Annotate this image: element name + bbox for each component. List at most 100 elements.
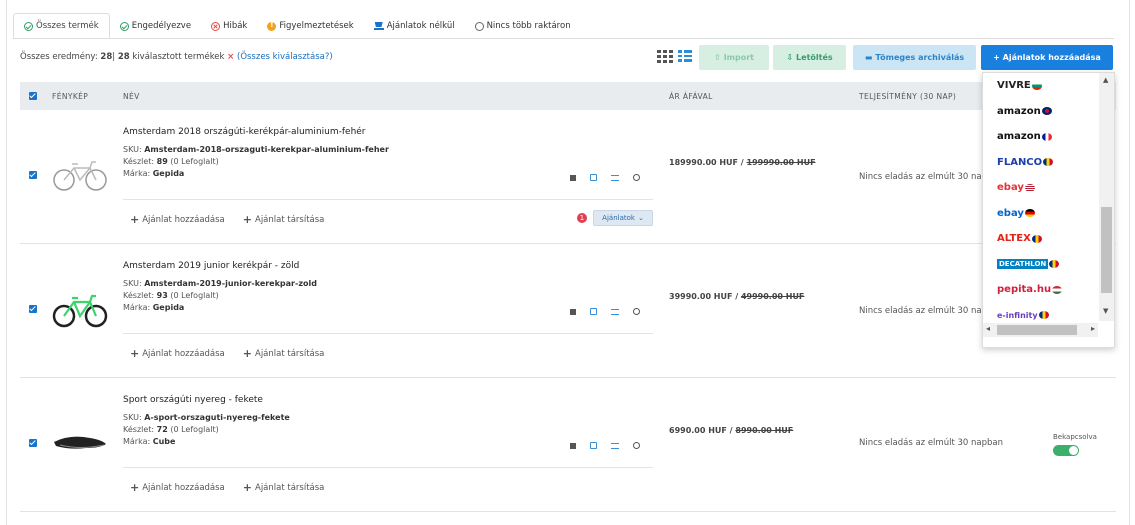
sync-icon[interactable] — [611, 308, 619, 315]
horizontal-scrollbar[interactable]: ◂ ▸ — [983, 323, 1098, 337]
edit-icon[interactable] — [590, 174, 597, 181]
history-icon[interactable] — [633, 308, 640, 315]
offer-count-badge: 1 — [577, 213, 587, 223]
list-view-icon[interactable] — [677, 49, 693, 63]
marketplace-item[interactable]: pepita.hu — [983, 277, 1098, 303]
product-name[interactable]: Amsterdam 2018 országúti-kerékpár-alumin… — [123, 127, 366, 137]
tab-without-offers[interactable]: Ajánlatok nélkül — [364, 13, 465, 39]
row-checkbox[interactable] — [29, 439, 37, 447]
row-actions — [570, 174, 640, 181]
archive-label: Tömeges archiválás — [875, 53, 965, 62]
marketplace-item[interactable]: FLANCO — [983, 150, 1098, 176]
scrollbar-thumb[interactable] — [1101, 207, 1112, 293]
performance-text: Nincs eladás az elmúlt 30 napban — [859, 438, 1003, 448]
scroll-up-icon[interactable]: ▲ — [1103, 76, 1108, 84]
archive-icon[interactable] — [570, 442, 576, 449]
toggle-label: Bekapcsolva — [1053, 433, 1097, 441]
grid-view-icon[interactable] — [656, 49, 673, 63]
select-all-checkbox[interactable] — [29, 92, 37, 100]
price: 39990.00 HUF / 49990.00 HUF — [669, 292, 804, 301]
marketplace-item[interactable]: DECATHLON — [983, 252, 1098, 278]
error-circle-icon — [211, 21, 221, 31]
tab-out-of-stock[interactable]: Nincs több raktáron — [465, 13, 581, 39]
row-actions — [570, 308, 640, 315]
download-button[interactable]: ⇩ Letöltés — [773, 45, 846, 70]
bulk-archive-button[interactable]: ▬ Tömeges archiválás — [853, 45, 976, 70]
archive-icon[interactable] — [570, 308, 576, 315]
old-price: 49990.00 HUF — [740, 292, 805, 301]
header-performance: TELJESÍTMÉNY (30 NAP) — [859, 91, 957, 101]
check-circle-icon — [24, 21, 33, 31]
marketplace-logo: amazon — [997, 105, 1041, 117]
product-name[interactable]: Amsterdam 2019 junior kerékpár - zöld — [123, 261, 299, 271]
product-details: SKU: Amsterdam-2019-junior-kerekpar-zold… — [123, 279, 317, 312]
archive-icon: ▬ — [864, 53, 873, 62]
offers-dropdown-button[interactable]: Ajánlatok ⌄ — [593, 210, 653, 226]
add-offer-link[interactable]: Ajánlat hozzáadása — [130, 481, 225, 494]
total-count: 28 — [100, 52, 113, 62]
edit-icon[interactable] — [590, 308, 597, 315]
history-icon[interactable] — [633, 442, 640, 449]
vertical-scrollbar[interactable]: ▲ ▼ — [1099, 73, 1114, 321]
flag-icon — [1024, 183, 1035, 192]
flag-icon — [1031, 234, 1042, 243]
marketplace-item[interactable]: ebay — [983, 201, 1098, 227]
current-price: 6990.00 HUF / — [669, 426, 733, 435]
old-price: 8990.00 HUF — [735, 426, 794, 435]
marketplace-item[interactable]: ALTEX — [983, 226, 1098, 252]
upload-icon: ⇧ — [713, 53, 721, 62]
tab-label: Engedélyezve — [131, 21, 192, 31]
scroll-right-icon[interactable]: ▸ — [1091, 324, 1095, 333]
tab-enabled[interactable]: Engedélyezve — [110, 13, 201, 39]
flag-icon — [1049, 260, 1060, 269]
row-checkbox[interactable] — [29, 305, 37, 313]
scrollbar-thumb[interactable] — [997, 325, 1077, 335]
scroll-down-icon[interactable]: ▼ — [1103, 307, 1108, 315]
select-all-link[interactable]: (Összes kiválasztása?) — [237, 52, 333, 62]
enabled-toggle[interactable] — [1053, 445, 1079, 456]
link-offer-link[interactable]: Ajánlat társítása — [243, 347, 324, 360]
download-icon: ⇩ — [786, 53, 794, 62]
marketplace-item[interactable]: VIVRE — [983, 73, 1098, 99]
sync-icon[interactable] — [611, 442, 619, 449]
tab-all-products[interactable]: Összes termék — [13, 13, 110, 39]
flag-icon — [1043, 158, 1054, 167]
marketplace-item[interactable]: amazon — [983, 99, 1098, 125]
history-icon[interactable] — [633, 174, 640, 181]
price: 189990.00 HUF / 199990.00 HUF — [669, 158, 816, 167]
performance-text: Nincs eladás az elmúlt 30 na — [859, 306, 982, 316]
edit-icon[interactable] — [590, 442, 597, 449]
scroll-left-icon[interactable]: ◂ — [986, 324, 990, 333]
row-checkbox[interactable] — [29, 171, 37, 179]
add-offer-link[interactable]: Ajánlat hozzáadása — [130, 213, 225, 226]
header-price: ÁR ÁFÁVAL — [669, 91, 713, 101]
selected-count: 28 — [117, 52, 130, 62]
marketplace-logo: ebay — [997, 207, 1024, 219]
link-offer-link[interactable]: Ajánlat társítása — [243, 213, 324, 226]
link-offer-link[interactable]: Ajánlat társítása — [243, 481, 324, 494]
performance-text: Nincs eladás az elmúlt 30 na — [859, 172, 982, 182]
marketplace-logo: pepita.hu — [997, 284, 1052, 296]
tab-label: Ajánlatok nélkül — [386, 21, 455, 31]
import-button[interactable]: ⇧ Import — [699, 45, 769, 70]
row-footer: Ajánlat hozzáadása Ajánlat társítása — [130, 213, 324, 226]
clear-selection-button[interactable]: × — [227, 52, 234, 62]
row-separator — [123, 199, 653, 200]
tab-errors[interactable]: Hibák — [201, 13, 257, 39]
sync-icon[interactable] — [611, 174, 619, 181]
marketplace-logo: VIVRE — [997, 80, 1031, 92]
flag-icon — [1038, 311, 1049, 320]
archive-icon[interactable] — [570, 174, 576, 181]
marketplace-logo: e-infinity — [997, 310, 1038, 320]
add-offer-link[interactable]: Ajánlat hozzáadása — [130, 347, 225, 360]
download-label: Letöltés — [796, 53, 833, 62]
marketplace-item[interactable]: amazon — [983, 124, 1098, 150]
tab-warnings[interactable]: Figyelmeztetések — [257, 13, 363, 39]
add-offers-button[interactable]: + Ajánlatok hozzáadása — [981, 45, 1113, 70]
current-price: 189990.00 HUF / — [669, 158, 744, 167]
warning-icon — [267, 21, 277, 31]
table-row: Amsterdam 2018 országúti-kerékpár-alumin… — [20, 110, 1116, 244]
marketplace-item[interactable]: ebay — [983, 175, 1098, 201]
product-name[interactable]: Sport országúti nyereg - fekete — [123, 395, 263, 405]
table-header: FÉNYKÉP NÉV ÁR ÁFÁVAL TELJESÍTMÉNY (30 N… — [20, 82, 1116, 110]
